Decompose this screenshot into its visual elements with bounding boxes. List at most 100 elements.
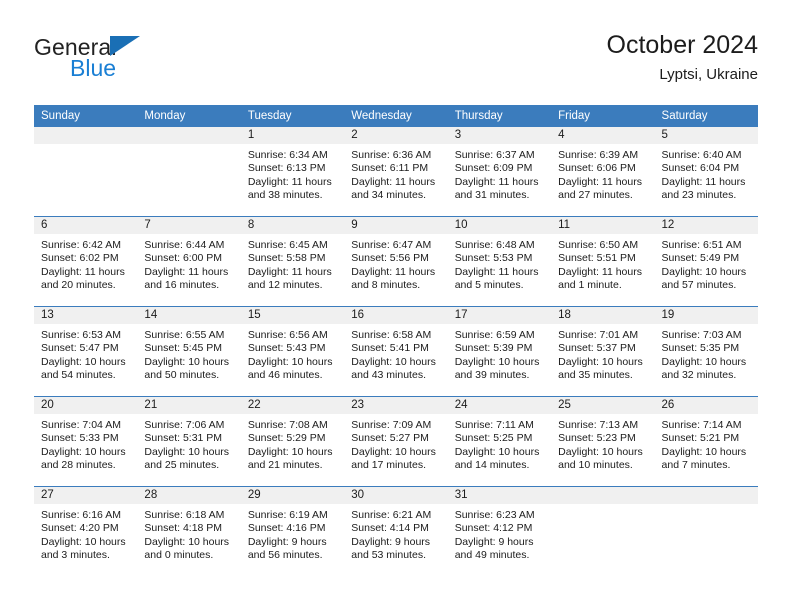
calendar-day-cell[interactable]: 29 Sunrise: 6:19 AM Sunset: 4:16 PM Dayligh…: [240, 486, 345, 576]
sunrise-text: Sunrise: 7:09 AM: [351, 419, 432, 431]
calendar-day-cell[interactable]: 24 Sunrise: 7:11 AM Sunset: 5:25 PM Dayligh…: [447, 396, 552, 487]
day-number: 25: [551, 397, 655, 414]
calendar-day-cell[interactable]: 28 Sunrise: 6:18 AM Sunset: 4:18 PM Dayligh…: [137, 486, 241, 576]
day-number: 23: [344, 397, 448, 414]
day-details: Sunrise: 7:09 AM Sunset: 5:27 PM Daylight:…: [344, 414, 447, 473]
calendar-day-cell[interactable]: 8 Sunrise: 6:45 AM Sunset: 5:58 PM Daylight…: [240, 216, 345, 307]
sunset-text: Sunset: 4:18 PM: [144, 522, 223, 535]
sunrise-text: Sunrise: 6:59 AM: [454, 329, 535, 341]
day-details: Sunrise: 6:48 AM Sunset: 5:53 PM Daylight:…: [448, 234, 551, 293]
sunset-text: Sunset: 4:12 PM: [454, 522, 533, 535]
calendar-week-row: 20 Sunrise: 7:04 AM Sunset: 5:33 PM Dayligh…: [34, 396, 758, 487]
sunrise-text: Sunrise: 6:19 AM: [247, 509, 328, 521]
calendar-week-row: 1 Sunrise: 6:34 AM Sunset: 6:13 PM Daylight…: [34, 127, 758, 217]
sunset-text: Sunset: 5:35 PM: [661, 342, 740, 355]
calendar-day-cell[interactable]: 20 Sunrise: 7:04 AM Sunset: 5:33 PM Dayligh…: [34, 396, 138, 487]
calendar-day-cell[interactable]: 15 Sunrise: 6:56 AM Sunset: 5:43 PM Dayligh…: [240, 306, 345, 397]
daylight-text: Daylight: 9 hours and 49 minutes.: [454, 535, 534, 562]
sunset-text: Sunset: 6:13 PM: [247, 162, 326, 175]
sunrise-text: Sunrise: 6:44 AM: [144, 239, 225, 251]
daylight-text: Daylight: 10 hours and 57 minutes.: [661, 265, 747, 292]
day-number: 22: [240, 397, 345, 414]
daylight-text: Daylight: 10 hours and 10 minutes.: [558, 445, 643, 472]
day-cell-content: 19 Sunrise: 7:03 AM Sunset: 5:35 PM Dayligh…: [654, 307, 758, 396]
calendar-day-cell[interactable]: 11 Sunrise: 6:50 AM Sunset: 5:51 PM Dayligh…: [551, 216, 655, 307]
sunset-text: Sunset: 5:33 PM: [41, 432, 119, 445]
daylight-text: Daylight: 11 hours and 8 minutes.: [351, 265, 436, 292]
day-number: 30: [344, 487, 448, 504]
calendar-day-cell[interactable]: [654, 486, 758, 576]
day-number: 9: [344, 217, 448, 234]
calendar-day-cell[interactable]: 21 Sunrise: 7:06 AM Sunset: 5:31 PM Dayligh…: [137, 396, 241, 487]
calendar-day-cell[interactable]: 13 Sunrise: 6:53 AM Sunset: 5:47 PM Dayligh…: [34, 306, 138, 397]
day-cell-content: 30 Sunrise: 6:21 AM Sunset: 4:14 PM Dayligh…: [344, 487, 448, 576]
day-cell-content: 1 Sunrise: 6:34 AM Sunset: 6:13 PM Daylight…: [240, 127, 345, 216]
calendar-day-cell[interactable]: 25 Sunrise: 7:13 AM Sunset: 5:23 PM Dayligh…: [551, 396, 655, 487]
calendar-day-cell[interactable]: 26 Sunrise: 7:14 AM Sunset: 5:21 PM Dayligh…: [654, 396, 758, 487]
daylight-text: Daylight: 10 hours and 43 minutes.: [351, 355, 436, 382]
calendar-day-cell[interactable]: 4 Sunrise: 6:39 AM Sunset: 6:06 PM Daylight…: [551, 127, 655, 217]
sunset-text: Sunset: 5:25 PM: [454, 432, 533, 445]
calendar-day-cell[interactable]: 1 Sunrise: 6:34 AM Sunset: 6:13 PM Daylight…: [240, 127, 345, 217]
calendar-day-cell[interactable]: 5 Sunrise: 6:40 AM Sunset: 6:04 PM Daylight…: [654, 127, 758, 217]
calendar-day-cell[interactable]: 17 Sunrise: 6:59 AM Sunset: 5:39 PM Dayligh…: [447, 306, 552, 397]
daylight-text: Daylight: 11 hours and 23 minutes.: [661, 175, 746, 202]
day-cell-content: [34, 127, 138, 216]
day-number: 17: [447, 307, 552, 324]
day-number: 28: [137, 487, 241, 504]
calendar-day-cell[interactable]: 16 Sunrise: 6:58 AM Sunset: 5:41 PM Dayligh…: [344, 306, 448, 397]
day-number: [34, 127, 138, 144]
calendar-day-cell[interactable]: 23 Sunrise: 7:09 AM Sunset: 5:27 PM Dayligh…: [344, 396, 448, 487]
sunrise-text: Sunrise: 7:14 AM: [661, 419, 742, 431]
daylight-text: Daylight: 10 hours and 28 minutes.: [41, 445, 126, 472]
day-cell-content: 4 Sunrise: 6:39 AM Sunset: 6:06 PM Daylight…: [551, 127, 655, 216]
calendar-day-cell[interactable]: 27 Sunrise: 6:16 AM Sunset: 4:20 PM Dayligh…: [34, 486, 138, 576]
day-details: Sunrise: 6:53 AM Sunset: 5:47 PM Daylight:…: [34, 324, 137, 383]
calendar-day-cell[interactable]: 30 Sunrise: 6:21 AM Sunset: 4:14 PM Dayligh…: [344, 486, 448, 576]
calendar-day-cell[interactable]: 6 Sunrise: 6:42 AM Sunset: 6:02 PM Daylight…: [34, 216, 138, 307]
sunset-text: Sunset: 5:47 PM: [41, 342, 119, 355]
day-cell-content: 2 Sunrise: 6:36 AM Sunset: 6:11 PM Daylight…: [344, 127, 448, 216]
sunrise-text: Sunrise: 6:55 AM: [144, 329, 225, 341]
day-number: 31: [447, 487, 552, 504]
day-details: Sunrise: 6:58 AM Sunset: 5:41 PM Daylight:…: [344, 324, 447, 383]
day-number: 12: [654, 217, 758, 234]
day-cell-content: 8 Sunrise: 6:45 AM Sunset: 5:58 PM Daylight…: [240, 217, 345, 306]
sunrise-text: Sunrise: 6:47 AM: [351, 239, 432, 251]
day-details: Sunrise: 6:36 AM Sunset: 6:11 PM Daylight:…: [344, 144, 447, 203]
calendar-day-cell[interactable]: 7 Sunrise: 6:44 AM Sunset: 6:00 PM Daylight…: [137, 216, 241, 307]
day-number: 20: [34, 397, 138, 414]
brand-logo[interactable]: General Blue: [34, 34, 264, 92]
daylight-text: Daylight: 10 hours and 46 minutes.: [247, 355, 333, 382]
calendar-day-cell[interactable]: 10 Sunrise: 6:48 AM Sunset: 5:53 PM Dayligh…: [447, 216, 552, 307]
calendar-header-row: Sunday Monday Tuesday Wednesday Thursday…: [34, 105, 758, 127]
daylight-text: Daylight: 10 hours and 35 minutes.: [558, 355, 643, 382]
weekday-header-monday: Monday: [137, 105, 241, 127]
calendar-day-cell[interactable]: 2 Sunrise: 6:36 AM Sunset: 6:11 PM Daylight…: [344, 127, 448, 217]
calendar-day-cell[interactable]: 22 Sunrise: 7:08 AM Sunset: 5:29 PM Dayligh…: [240, 396, 345, 487]
daylight-text: Daylight: 10 hours and 21 minutes.: [247, 445, 333, 472]
page-title: October 2024: [606, 31, 759, 59]
calendar-day-cell[interactable]: 19 Sunrise: 7:03 AM Sunset: 5:35 PM Dayligh…: [654, 306, 758, 397]
day-number: [137, 127, 241, 144]
sunset-text: Sunset: 5:39 PM: [454, 342, 533, 355]
calendar-day-cell[interactable]: 12 Sunrise: 6:51 AM Sunset: 5:49 PM Dayligh…: [654, 216, 758, 307]
day-cell-content: [137, 127, 241, 216]
sunset-text: Sunset: 5:41 PM: [351, 342, 429, 355]
daylight-text: Daylight: 11 hours and 5 minutes.: [454, 265, 539, 292]
day-details: Sunrise: 6:19 AM Sunset: 4:16 PM Daylight:…: [241, 504, 344, 563]
calendar-day-cell[interactable]: [137, 127, 241, 217]
day-cell-content: 23 Sunrise: 7:09 AM Sunset: 5:27 PM Dayligh…: [344, 397, 448, 486]
calendar-day-cell[interactable]: 31 Sunrise: 6:23 AM Sunset: 4:12 PM Dayligh…: [447, 486, 552, 576]
day-number: 14: [137, 307, 241, 324]
calendar-day-cell[interactable]: [551, 486, 655, 576]
calendar-day-cell[interactable]: 14 Sunrise: 6:55 AM Sunset: 5:45 PM Dayligh…: [137, 306, 241, 397]
day-cell-content: [654, 487, 758, 576]
calendar-day-cell[interactable]: 9 Sunrise: 6:47 AM Sunset: 5:56 PM Daylight…: [344, 216, 448, 307]
day-cell-content: 18 Sunrise: 7:01 AM Sunset: 5:37 PM Dayligh…: [551, 307, 655, 396]
calendar-day-cell[interactable]: 3 Sunrise: 6:37 AM Sunset: 6:09 PM Daylight…: [447, 127, 552, 217]
title-block: October 2024 Lyptsi, Ukraine: [607, 30, 759, 86]
calendar-day-cell[interactable]: [34, 127, 138, 217]
sunrise-text: Sunrise: 6:51 AM: [661, 239, 742, 251]
calendar-day-cell[interactable]: 18 Sunrise: 7:01 AM Sunset: 5:37 PM Dayligh…: [551, 306, 655, 397]
